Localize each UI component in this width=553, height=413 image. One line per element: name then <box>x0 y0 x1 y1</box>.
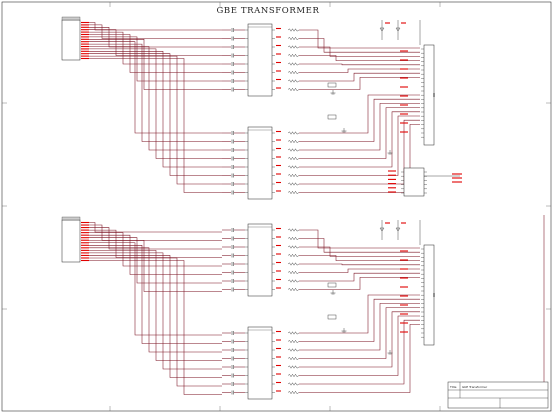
termination-resistor <box>287 182 300 186</box>
termination-resistor <box>287 287 300 292</box>
channel-wire <box>89 53 222 176</box>
channel-wire <box>89 260 222 395</box>
output-wire <box>299 72 420 82</box>
left-connector <box>61 19 81 61</box>
bias-capacitor <box>327 82 337 88</box>
output-wire <box>299 77 420 90</box>
termination-resistor <box>287 28 300 32</box>
bias-capacitor <box>327 282 337 288</box>
left-connector <box>61 219 81 263</box>
sheet-title: GBE TRANSFORMER <box>217 6 320 16</box>
transformer-b <box>247 126 273 200</box>
termination-resistor <box>287 245 300 249</box>
left-connector-header <box>61 216 81 221</box>
channel-wire <box>89 247 222 353</box>
termination-resistor <box>287 148 300 152</box>
channel-wire <box>89 46 222 151</box>
termination-resistor <box>287 139 300 144</box>
termination-resistor <box>287 236 300 241</box>
termination-resistor <box>287 53 300 58</box>
termination-resistor <box>287 156 300 161</box>
channel-wire <box>89 227 222 250</box>
led-connector <box>403 167 425 197</box>
channel-wire <box>89 257 222 387</box>
termination-resistor <box>287 190 300 195</box>
components <box>61 16 462 400</box>
channel-wire <box>89 51 222 168</box>
termination-resistor <box>287 173 300 178</box>
title-block: Title GbE Transformer <box>447 381 549 409</box>
output-wire <box>299 115 420 176</box>
channel-wire <box>89 48 222 159</box>
rj45-connector <box>423 244 435 346</box>
channel-wire <box>89 55 222 185</box>
output-wire <box>299 263 420 266</box>
channel-wire <box>89 58 222 193</box>
termination-resistor <box>287 331 300 335</box>
termination-resistor <box>287 79 300 83</box>
termination-resistor <box>287 339 300 344</box>
termination-resistor <box>287 165 300 169</box>
termination-resistor <box>287 390 300 395</box>
frame-zone-ticks <box>2 2 551 411</box>
termination-resistor <box>287 253 300 258</box>
output-wire <box>299 46 420 57</box>
output-wire <box>299 303 420 351</box>
channel-wire <box>89 245 222 344</box>
output-wire <box>299 103 420 151</box>
output-wire <box>299 246 420 257</box>
title-block-name-label: Title <box>449 385 457 389</box>
termination-resistor <box>287 228 300 232</box>
bias-capacitor <box>327 314 337 320</box>
title-block-name-value: GbE Transformer <box>462 385 488 389</box>
termination-resistor <box>287 131 300 135</box>
output-wire <box>299 277 420 290</box>
termination-resistor <box>287 373 300 378</box>
transformer-b <box>247 326 273 400</box>
termination-resistor <box>287 36 300 41</box>
termination-resistor <box>287 45 300 49</box>
termination-resistor <box>287 62 300 66</box>
output-wire <box>299 272 420 282</box>
termination-resistor <box>287 270 300 275</box>
output-wire <box>299 315 420 376</box>
output-wire <box>299 319 420 385</box>
termination-resistor <box>287 87 300 92</box>
left-connector-header <box>61 16 81 21</box>
wiring <box>89 20 545 395</box>
transformer-a <box>247 223 273 297</box>
channel-wire <box>89 252 222 370</box>
termination-resistor <box>287 279 300 283</box>
termination-resistor <box>287 365 300 369</box>
rj45-connector <box>423 44 435 146</box>
sheet-border <box>1 1 552 412</box>
output-wire <box>299 63 420 66</box>
output-wire <box>299 119 420 185</box>
termination-resistor <box>287 70 300 75</box>
channel-wire <box>89 255 222 378</box>
schematic-sheet: GBE TRANSFORMER Title GbE Transformer <box>1 1 552 412</box>
termination-resistor <box>287 262 300 266</box>
termination-resistor <box>287 382 300 386</box>
termination-resistor <box>287 356 300 361</box>
bias-capacitor <box>327 114 337 120</box>
channel-wire <box>89 242 222 336</box>
channel-wire <box>89 250 222 361</box>
termination-resistor <box>287 348 300 352</box>
output-wire <box>299 29 420 49</box>
output-wire <box>299 38 420 53</box>
output-wire <box>299 229 420 249</box>
transformer-a <box>247 23 273 97</box>
output-wire <box>299 238 420 253</box>
